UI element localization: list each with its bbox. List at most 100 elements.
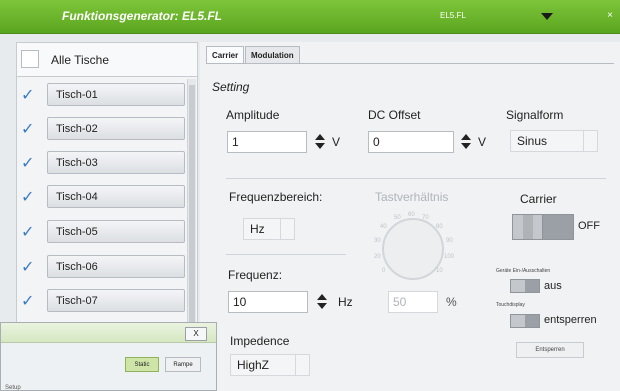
table-list-scrollbar[interactable] — [187, 79, 196, 349]
dc-offset-input[interactable]: 0 — [368, 131, 454, 153]
window-title: Funktionsgenerator: EL5.FL — [62, 9, 223, 23]
knob-tick: 10 — [436, 268, 443, 274]
tab-modulation[interactable]: Modulation — [245, 46, 300, 64]
amplitude-unit: V — [332, 135, 341, 149]
arrow-down-icon[interactable] — [317, 303, 327, 309]
frequency-unit: Hz — [338, 295, 353, 309]
impedance-select[interactable]: HighZ — [230, 354, 310, 376]
duty-cycle-label: Tastverhältnis — [375, 190, 449, 204]
table-row[interactable]: ✓ Tisch-07 — [21, 287, 187, 315]
all-tables-row[interactable]: Alle Tische — [17, 43, 197, 77]
knob-tick: 100 — [444, 254, 455, 260]
waveform-value: Sinus — [517, 134, 548, 148]
arrow-up-icon[interactable] — [317, 294, 327, 300]
section-divider — [226, 254, 346, 255]
knob-tick: 30 — [374, 238, 381, 244]
popup-label: Setup — [5, 385, 21, 391]
check-icon[interactable]: ✓ — [21, 119, 41, 139]
table-row[interactable]: ✓ Tisch-06 — [21, 253, 187, 281]
knob-tick: 60 — [408, 212, 415, 218]
table-button[interactable]: Tisch-04 — [47, 185, 185, 208]
duty-cycle-knob[interactable]: 60 70 50 40 80 30 90 20 100 0 10 — [374, 212, 454, 280]
carrier-label: Carrier — [520, 192, 557, 206]
dropdown-button[interactable] — [280, 219, 294, 239]
waveform-label: Signalform — [506, 108, 564, 122]
dropdown-button[interactable] — [583, 131, 597, 151]
knob-tick: 40 — [380, 224, 387, 230]
duty-cycle-input[interactable]: 50 — [388, 291, 438, 313]
dc-offset-stepper[interactable] — [458, 131, 474, 153]
frequency-label: Frequenz: — [228, 268, 283, 282]
touch-label: Touchdisplay — [496, 302, 525, 308]
touch-toggle[interactable] — [510, 314, 540, 328]
carrier-state: OFF — [578, 220, 600, 232]
arrow-up-icon[interactable] — [461, 134, 471, 140]
ramp-popup-window: X Static Rampe Setup — [0, 322, 217, 391]
table-row[interactable]: ✓ Tisch-02 — [21, 115, 187, 143]
static-button[interactable]: Static — [125, 357, 159, 372]
check-icon[interactable]: ✓ — [21, 153, 41, 173]
table-row[interactable]: ✓ Tisch-04 — [21, 183, 187, 211]
touch-state: entsperren — [544, 314, 597, 326]
power-toggle[interactable] — [510, 279, 540, 293]
table-button[interactable]: Tisch-05 — [47, 220, 185, 243]
frequency-range-label: Frequenzbereich: — [229, 190, 323, 204]
all-tables-checkbox[interactable] — [21, 50, 39, 68]
arrow-up-icon[interactable] — [315, 134, 325, 140]
check-icon[interactable]: ✓ — [21, 85, 41, 105]
ramp-button[interactable]: Rampe — [165, 357, 201, 372]
table-button[interactable]: Tisch-01 — [47, 83, 185, 106]
impedance-value: HighZ — [237, 358, 270, 372]
check-icon[interactable]: ✓ — [21, 222, 41, 242]
table-row[interactable]: ✓ Tisch-05 — [21, 218, 187, 246]
amplitude-stepper[interactable] — [312, 131, 328, 153]
check-icon[interactable]: ✓ — [21, 257, 41, 277]
table-button[interactable]: Tisch-07 — [47, 289, 185, 312]
knob-tick: 80 — [436, 224, 443, 230]
amplitude-input[interactable]: 1 — [227, 131, 307, 153]
settings-panel: Carrier Modulation Setting Amplitude 1 V… — [200, 42, 620, 391]
section-divider — [226, 178, 606, 179]
scrollbar-thumb[interactable] — [189, 85, 195, 325]
frequency-input[interactable]: 10 — [228, 291, 308, 313]
table-button[interactable]: Tisch-06 — [47, 255, 185, 278]
knob-tick: 70 — [422, 215, 429, 221]
dropdown-button[interactable] — [295, 355, 309, 375]
all-tables-label: Alle Tische — [51, 53, 110, 67]
toggle-knob-highlight — [523, 215, 533, 239]
check-icon[interactable]: ✓ — [21, 187, 41, 207]
tab-divider — [206, 63, 614, 64]
tab-carrier[interactable]: Carrier — [206, 46, 245, 64]
frequency-stepper[interactable] — [314, 291, 330, 313]
dc-offset-label: DC Offset — [368, 108, 421, 122]
knob-tick: 50 — [394, 215, 401, 221]
close-window-button[interactable]: × — [600, 10, 620, 24]
popup-title-bar: X — [1, 323, 216, 343]
table-button[interactable]: Tisch-03 — [47, 151, 185, 174]
unlock-button[interactable]: Entsperren — [516, 342, 584, 358]
carrier-toggle[interactable] — [512, 214, 574, 240]
knob-tick: 90 — [446, 238, 453, 244]
title-bar: Funktionsgenerator: EL5.FL EL5.FL × — [0, 0, 620, 34]
waveform-select[interactable]: Sinus — [510, 130, 598, 152]
chevron-down-icon[interactable] — [541, 13, 553, 20]
device-selector-value[interactable]: EL5.FL — [440, 11, 466, 20]
arrow-down-icon[interactable] — [461, 143, 471, 149]
table-row[interactable]: ✓ Tisch-01 — [21, 81, 187, 109]
amplitude-label: Amplitude — [226, 108, 280, 122]
power-state: aus — [544, 280, 562, 292]
duty-cycle-unit: % — [446, 295, 457, 309]
popup-close-button[interactable]: X — [185, 327, 207, 341]
frequency-range-value: Hz — [250, 222, 265, 236]
setting-heading: Setting — [212, 80, 250, 94]
check-icon[interactable]: ✓ — [21, 291, 41, 311]
arrow-down-icon[interactable] — [315, 143, 325, 149]
toggle-knob — [511, 280, 525, 292]
table-row[interactable]: ✓ Tisch-03 — [21, 149, 187, 177]
toggle-knob — [511, 315, 525, 327]
impedance-label: Impedence — [230, 334, 290, 348]
knob-tick: 0 — [382, 268, 386, 274]
table-button[interactable]: Tisch-02 — [47, 117, 185, 140]
dc-offset-unit: V — [478, 135, 487, 149]
frequency-range-select[interactable]: Hz — [243, 218, 295, 240]
